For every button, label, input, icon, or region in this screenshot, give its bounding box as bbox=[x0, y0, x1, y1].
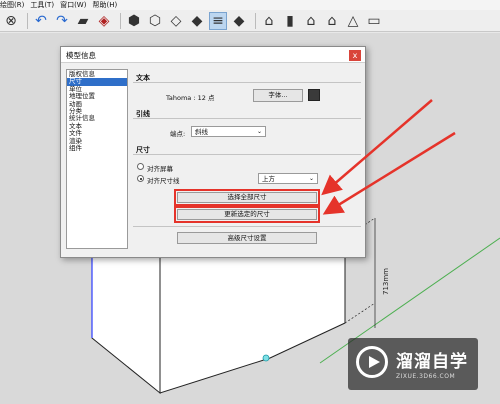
align-dim-line-radio[interactable] bbox=[137, 175, 144, 182]
chevron-down-icon: ⌄ bbox=[256, 128, 262, 135]
dimension-label: 713mm bbox=[382, 268, 390, 295]
close-button[interactable]: x bbox=[349, 50, 361, 61]
section-divider bbox=[133, 226, 361, 227]
menu-help[interactable]: 帮助(H) bbox=[92, 0, 117, 10]
undo-icon[interactable]: ↶ bbox=[32, 12, 50, 30]
align-screen-label: 对齐屏幕 bbox=[147, 165, 173, 173]
section-divider bbox=[133, 118, 361, 119]
font-value: Tahoma : 12 点 bbox=[166, 94, 215, 102]
menu-tools[interactable]: 工具(T) bbox=[30, 0, 54, 10]
top-view-icon[interactable]: ⬡ bbox=[146, 12, 164, 30]
endpoint-label: 端点: bbox=[170, 130, 186, 138]
model-info-dialog: 模型信息 x 版权信息 尺寸 单位 地理位置 动画 分类 统计信息 文本 文件 … bbox=[60, 46, 366, 258]
dimension-position-value: 上方 bbox=[262, 175, 275, 183]
highlight-box bbox=[174, 206, 320, 223]
menu-bar: 绘图(R) 工具(T) 窗口(W) 帮助(H) bbox=[0, 0, 500, 10]
wireframe-icon[interactable]: ◆ bbox=[230, 12, 248, 30]
toolbar-separator bbox=[255, 12, 256, 29]
roof-icon[interactable]: △ bbox=[344, 12, 362, 30]
section-divider bbox=[133, 154, 361, 155]
toolbar-separator bbox=[27, 12, 28, 29]
dialog-title-bar: 模型信息 x bbox=[61, 47, 365, 63]
inference-point bbox=[262, 354, 270, 362]
dialog-title: 模型信息 bbox=[66, 51, 96, 60]
play-logo-icon bbox=[356, 346, 388, 378]
dimension-extension-bottom bbox=[344, 302, 376, 324]
category-list: 版权信息 尺寸 单位 地理位置 动画 分类 统计信息 文本 文件 渲染 组件 bbox=[66, 69, 128, 249]
watermark-name: 溜溜自学 bbox=[396, 352, 468, 372]
endpoint-value: 斜线 bbox=[195, 128, 208, 136]
align-screen-radio[interactable] bbox=[137, 163, 144, 170]
model-info-icon[interactable]: ◈ bbox=[95, 12, 113, 30]
circle-x-icon[interactable]: ⊗ bbox=[2, 12, 20, 30]
category-item[interactable]: 组件 bbox=[67, 144, 127, 152]
redo-icon[interactable]: ↷ bbox=[53, 12, 71, 30]
home-icon[interactable]: ⌂ bbox=[302, 12, 320, 30]
iso-view-icon[interactable]: ⬢ bbox=[125, 12, 143, 30]
shed-icon[interactable]: ▭ bbox=[365, 12, 383, 30]
front-view-icon[interactable]: ◇ bbox=[167, 12, 185, 30]
watermark-logo: 溜溜自学 ZIXUE.3D66.COM bbox=[348, 338, 478, 390]
endpoint-select[interactable]: 斜线 ⌄ bbox=[191, 126, 266, 137]
font-button[interactable]: 字体... bbox=[253, 89, 303, 102]
house-icon[interactable]: ⌂ bbox=[323, 12, 341, 30]
dimension-position-select[interactable]: 上方 ⌄ bbox=[258, 173, 318, 184]
print-icon[interactable]: ▰ bbox=[74, 12, 92, 30]
toolbar-separator bbox=[120, 12, 121, 29]
highlight-box bbox=[174, 189, 320, 206]
warehouse-icon[interactable]: ⌂ bbox=[260, 12, 278, 30]
menu-draw[interactable]: 绘图(R) bbox=[0, 0, 24, 10]
align-dim-line-label: 对齐尺寸线 bbox=[147, 177, 180, 185]
section-divider bbox=[133, 82, 361, 83]
door-icon[interactable]: ▮ bbox=[281, 12, 299, 30]
toolbar: ⊗ ↶ ↷ ▰ ◈ ⬢ ⬡ ◇ ◆ ≡ ◆ ⌂ ▮ ⌂ ⌂ △ ▭ bbox=[0, 10, 500, 32]
text-color-swatch[interactable] bbox=[308, 89, 320, 101]
settings-pane: 文本 Tahoma : 12 点 字体... 引线 端点: 斜线 ⌄ 尺寸 对齐… bbox=[133, 67, 361, 255]
chevron-down-icon: ⌄ bbox=[308, 175, 314, 182]
advanced-dimension-settings-button[interactable]: 高级尺寸设置 bbox=[177, 232, 317, 244]
shaded-icon[interactable]: ≡ bbox=[209, 11, 227, 30]
menu-window[interactable]: 窗口(W) bbox=[60, 0, 86, 10]
box-front-face bbox=[159, 237, 346, 394]
box-left-face bbox=[91, 252, 161, 395]
right-view-icon[interactable]: ◆ bbox=[188, 12, 206, 30]
watermark-url: ZIXUE.3D66.COM bbox=[396, 373, 456, 380]
